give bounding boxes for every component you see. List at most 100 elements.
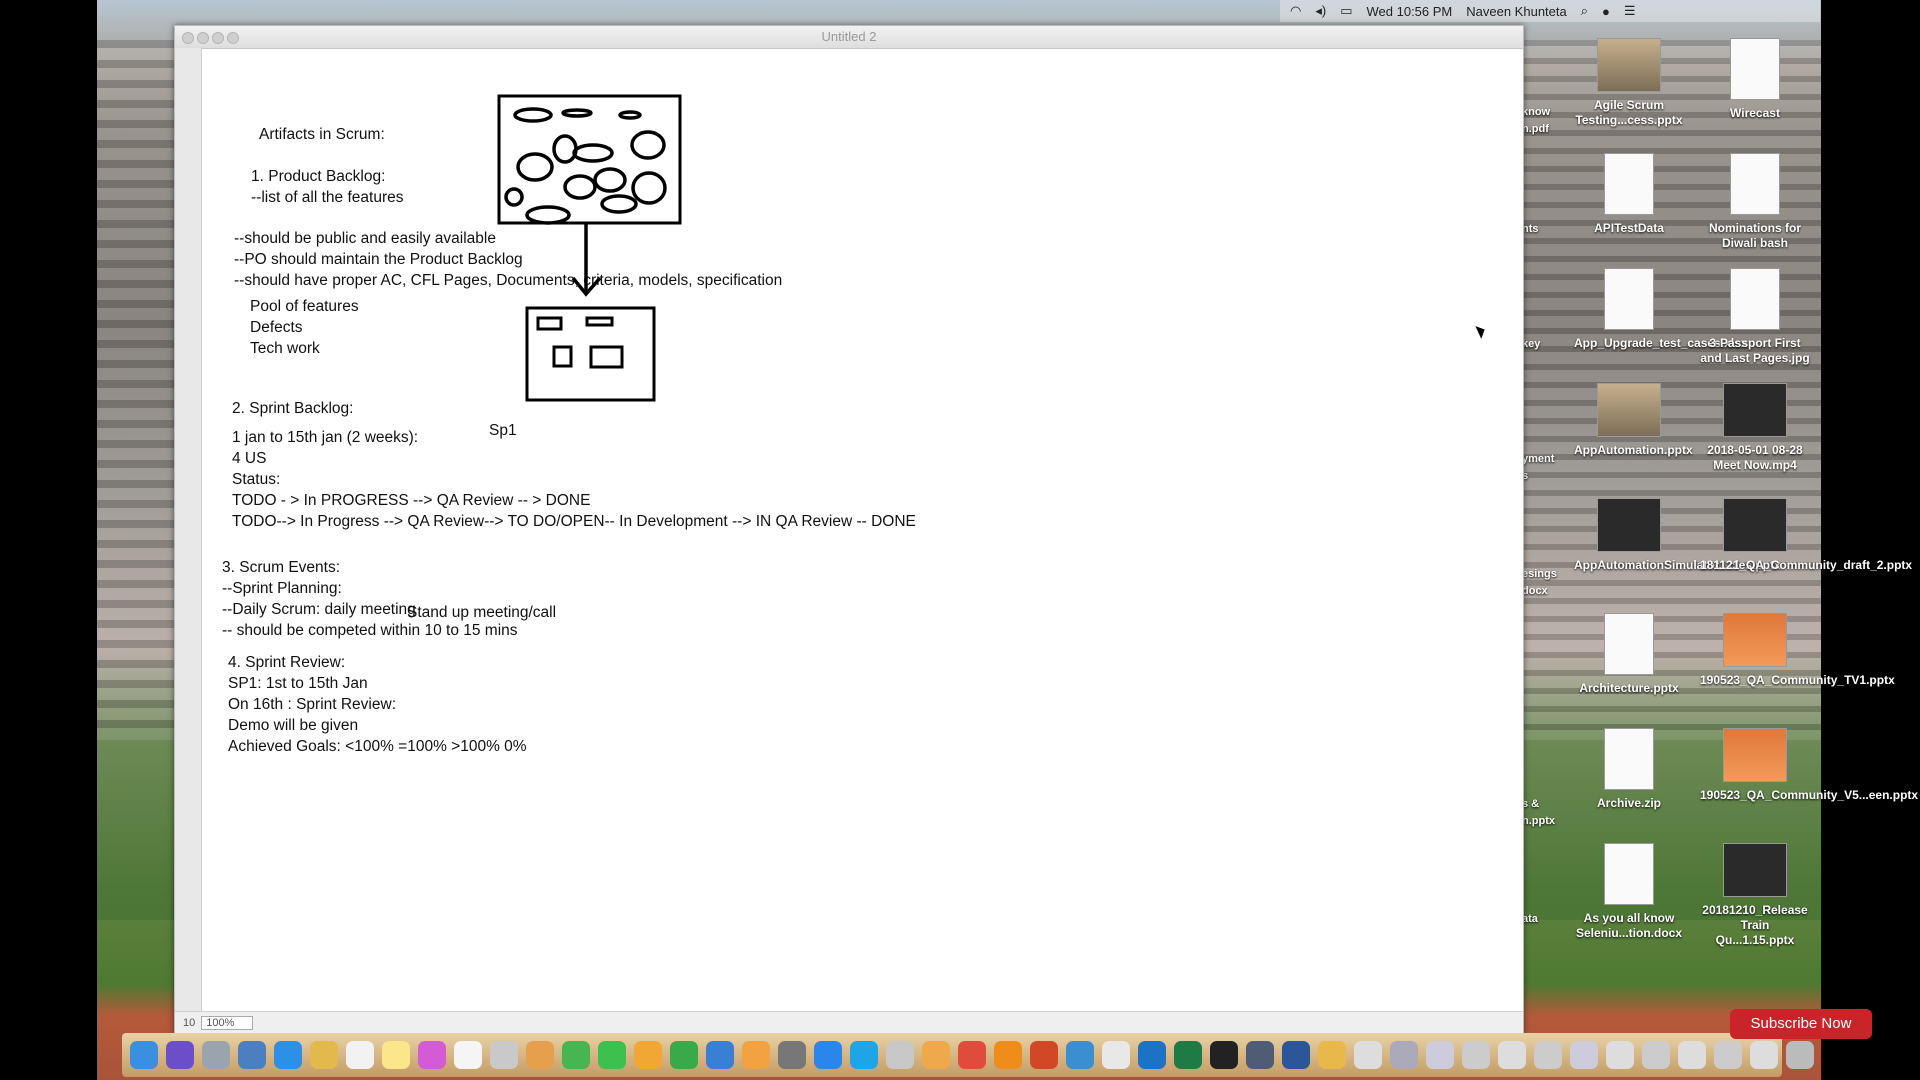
wifi-icon[interactable]: ◠ [1290, 3, 1301, 19]
dock-skype-icon[interactable] [850, 1041, 878, 1069]
desktop-file-icon[interactable]: Nominations for Diwali bash [1700, 153, 1810, 251]
desktop-file-icon[interactable]: Agile Scrum Testing...cess.pptx [1574, 38, 1684, 128]
desktop-file-icon[interactable]: Wirecast [1700, 38, 1810, 121]
dock-file-9-icon[interactable] [1714, 1041, 1742, 1069]
dock-file-1-icon[interactable] [1426, 1041, 1454, 1069]
dock-app-store-icon[interactable] [814, 1041, 842, 1069]
subscribe-button[interactable]: Subscribe Now [1730, 1009, 1872, 1039]
dock-vpn-icon[interactable] [1246, 1041, 1274, 1069]
dock-calendar-icon[interactable] [346, 1041, 374, 1069]
partial-file-label[interactable]: ata [1522, 912, 1572, 926]
dock-finder-window-icon[interactable] [1390, 1041, 1418, 1069]
dock-file-5-icon[interactable] [1570, 1041, 1598, 1069]
dock-ibooks-icon[interactable] [742, 1041, 770, 1069]
dock-preview-doc-icon[interactable] [1354, 1041, 1382, 1069]
dock-finder-icon[interactable] [130, 1041, 158, 1069]
desktop-file-label: 190523_QA_Community_V5...een.pptx [1700, 788, 1919, 802]
desktop-file-icon[interactable]: AppAutomationSimulator...cles.pptx [1574, 498, 1781, 573]
dock-safari-icon[interactable] [274, 1041, 302, 1069]
dock-sublime-icon[interactable] [994, 1041, 1022, 1069]
partial-file-label[interactable]: s & [1522, 797, 1572, 811]
window-titlebar[interactable]: Untitled 2 [175, 26, 1523, 49]
partial-file-label[interactable]: n.pptx [1522, 814, 1572, 828]
dock-word-icon[interactable] [1282, 1041, 1310, 1069]
dock-terminal-icon[interactable] [1210, 1041, 1238, 1069]
desktop-file-icon[interactable]: AppAutomation.pptx [1574, 383, 1693, 458]
dock-system-preferences-icon[interactable] [778, 1041, 806, 1069]
dock-xcode-icon[interactable] [1066, 1041, 1094, 1069]
file-thumbnail-icon [1604, 728, 1654, 790]
dock-outlook-icon[interactable] [1138, 1041, 1166, 1069]
desktop-file-icon[interactable]: As you all know Seleniu...tion.docx [1574, 843, 1684, 941]
dock-help-icon[interactable] [886, 1041, 914, 1069]
dock-siri-icon[interactable] [166, 1041, 194, 1069]
dock-notes-book-icon[interactable] [310, 1041, 338, 1069]
minimize-button[interactable] [197, 32, 209, 44]
dock-launchpad-icon[interactable] [202, 1041, 230, 1069]
partial-file-label[interactable]: yment [1522, 452, 1572, 466]
document-window: Untitled 2 Artifacts in Scrum: 1. Produc… [174, 25, 1524, 1035]
dock-file-8-icon[interactable] [1678, 1041, 1706, 1069]
partial-file-label[interactable]: key [1522, 337, 1572, 351]
desktop-file-icon[interactable]: App_Upgrade_test_cases.xlsx [1574, 268, 1747, 351]
dock-bamboo-icon[interactable] [922, 1041, 950, 1069]
dock-excel-icon[interactable] [1174, 1041, 1202, 1069]
menubar-user[interactable]: Naveen Khunteta [1466, 4, 1566, 19]
dock-trash-icon[interactable] [1786, 1041, 1814, 1069]
partial-file-label[interactable]: n.pdf [1522, 122, 1572, 136]
notification-center-icon[interactable]: ☰ [1624, 3, 1636, 19]
dock-powerpoint-icon[interactable] [1030, 1041, 1058, 1069]
partial-file-label[interactable]: know [1522, 105, 1572, 119]
left-gutter [175, 48, 202, 1028]
dock-photo-booth-icon[interactable] [490, 1041, 518, 1069]
dock-facetime-icon[interactable] [598, 1041, 626, 1069]
dock-keynote-icon[interactable] [706, 1041, 734, 1069]
dock-chrome-icon[interactable] [958, 1041, 986, 1069]
desktop-file-label: AppAutomation.pptx [1574, 443, 1693, 457]
desktop-file-icon[interactable]: APITestData [1574, 153, 1684, 236]
dock-file-3-icon[interactable] [1498, 1041, 1526, 1069]
desktop-file-icon[interactable]: 20181210_Release Train Qu...1.15.pptx [1700, 843, 1810, 948]
dock-file-7-icon[interactable] [1642, 1041, 1670, 1069]
dock-file-6-icon[interactable] [1606, 1041, 1634, 1069]
menubar-clock[interactable]: Wed 10:56 PM [1367, 4, 1453, 19]
partial-file-label[interactable]: nts [1522, 222, 1572, 236]
desktop-file-icon[interactable]: Architecture.pptx [1574, 613, 1684, 696]
partial-file-label[interactable]: docx [1522, 584, 1572, 598]
close-button[interactable] [182, 32, 194, 44]
dock-pages-icon[interactable] [634, 1041, 662, 1069]
dock-textedit-icon[interactable] [454, 1041, 482, 1069]
dock-messages-icon[interactable] [562, 1041, 590, 1069]
dock-itunes-icon[interactable] [418, 1041, 446, 1069]
dock-file-4-icon[interactable] [1534, 1041, 1562, 1069]
dock-file-2-icon[interactable] [1462, 1041, 1490, 1069]
spotlight-search-icon[interactable]: ⌕ [1581, 3, 1588, 19]
file-thumbnail-icon [1597, 498, 1661, 552]
display-icon[interactable]: ▭ [1340, 3, 1352, 19]
file-thumbnail-icon [1723, 498, 1787, 552]
desktop-file-icon[interactable]: 190523_QA_Community_TV1.pptx [1700, 613, 1895, 688]
partial-file-label[interactable]: esings [1522, 567, 1572, 581]
document-canvas[interactable]: Artifacts in Scrum: 1. Product Backlog: … [202, 48, 1523, 1012]
dock-photos-icon[interactable] [526, 1041, 554, 1069]
zoom-select[interactable]: 100% [201, 1016, 254, 1030]
dock-file-10-icon[interactable] [1750, 1041, 1778, 1069]
scrum-events-heading: 3. Scrum Events: [222, 559, 341, 576]
desktop-file-icon[interactable]: 3-Passport First and Last Pages.jpg [1700, 268, 1810, 366]
zoom-button[interactable] [212, 32, 224, 44]
dock-preview-icon[interactable] [238, 1041, 266, 1069]
dock-screenshot-icon[interactable] [1102, 1041, 1130, 1069]
dock-stickies-icon[interactable] [382, 1041, 410, 1069]
partial-file-label[interactable]: s [1522, 469, 1572, 483]
dock-numbers-icon[interactable] [670, 1041, 698, 1069]
fullscreen-button[interactable] [227, 32, 239, 44]
dock-settings-flower-icon[interactable] [1318, 1041, 1346, 1069]
desktop-file-icon[interactable]: 190523_QA_Community_V5...een.pptx [1700, 728, 1919, 803]
volume-icon[interactable]: ◂) [1315, 3, 1326, 19]
desktop-file-icon[interactable]: 181121_QA_Community_draft_2.pptx [1700, 498, 1912, 573]
siri-icon[interactable]: ● [1602, 4, 1610, 19]
desktop-file-icon[interactable]: 2018-05-01 08-28 Meet Now.mp4 [1700, 383, 1810, 473]
desktop-file-label: 3-Passport First and Last Pages.jpg [1700, 336, 1810, 365]
zoom-control[interactable]: 10 100% [183, 1016, 254, 1030]
desktop-file-icon[interactable]: Archive.zip [1574, 728, 1684, 811]
